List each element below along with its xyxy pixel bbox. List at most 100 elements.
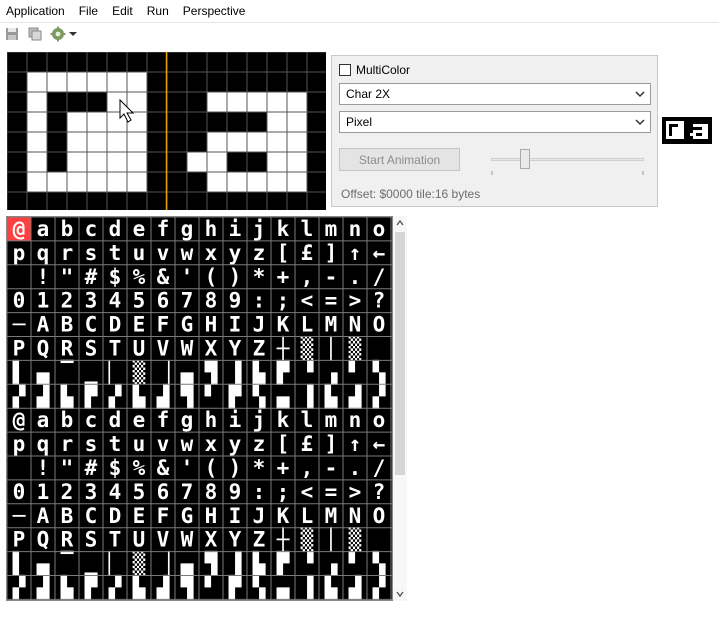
charset-cell[interactable]: /: [373, 265, 386, 289]
charset-cell[interactable]: ▄: [276, 575, 290, 600]
charset-cell[interactable]: ▟: [156, 383, 170, 409]
charset-cell[interactable]: ▐: [301, 383, 314, 409]
charset-cell[interactable]: ←: [373, 241, 386, 265]
charset-cell[interactable]: ←: [373, 432, 386, 456]
charset-cell[interactable]: l: [301, 217, 314, 241]
charset-cell[interactable]: =: [325, 289, 338, 313]
multicolor-checkbox[interactable]: [339, 64, 351, 76]
charset-cell[interactable]: ▜: [180, 383, 194, 409]
pixel-on[interactable]: [267, 132, 287, 152]
charset-cell[interactable]: ;: [277, 289, 290, 313]
pixel-on[interactable]: [67, 132, 87, 152]
pixel-on[interactable]: [287, 132, 307, 152]
charset-cell[interactable]: V: [157, 528, 170, 552]
charset-cell[interactable]: g: [181, 217, 194, 241]
pixel-on[interactable]: [127, 132, 147, 152]
charset-cell[interactable]: W: [181, 528, 194, 552]
charset-cell[interactable]: D: [109, 504, 122, 528]
charset-cell[interactable]: 6: [157, 480, 170, 504]
charset-cell[interactable]: #: [85, 265, 98, 289]
pixel-on[interactable]: [207, 152, 227, 172]
charset-cell[interactable]: R: [61, 528, 74, 552]
pixel-on[interactable]: [207, 132, 227, 152]
charset-cell[interactable]: 9: [229, 289, 242, 313]
charset-cell[interactable]: =: [325, 480, 338, 504]
pixel-on[interactable]: [67, 72, 87, 92]
charset-grid[interactable]: @ a b c d e f g h i j k l m n o p q r s t u v w x y z[£] ↑ ← ! " # $% & '…: [6, 216, 393, 601]
charset-cell[interactable]: J: [253, 504, 266, 528]
charset-cell[interactable]: ▙: [252, 359, 266, 385]
charset-cell[interactable]: 5: [133, 289, 146, 313]
pixel-on[interactable]: [87, 172, 107, 192]
charset-cell[interactable]: ;: [277, 480, 290, 504]
charset-cell[interactable]: m: [325, 217, 338, 241]
charset-cell[interactable]: ▘: [348, 359, 362, 384]
charset-cell[interactable]: ▛: [84, 574, 98, 600]
scrollbar-thumb[interactable]: [395, 232, 405, 475]
charset-cell[interactable]: ▚: [372, 551, 386, 577]
charset-cell[interactable]: ': [181, 456, 194, 480]
charset-cell[interactable]: 2: [61, 480, 74, 504]
charset-cell[interactable]: x: [205, 241, 218, 265]
pixel-on[interactable]: [247, 132, 267, 152]
charset-cell[interactable]: v: [157, 241, 170, 265]
charset-cell[interactable]: a: [37, 408, 50, 432]
pixel-on[interactable]: [247, 172, 267, 192]
charset-cell[interactable]: u: [133, 432, 146, 456]
charset-cell[interactable]: ▗: [325, 360, 338, 385]
charset-cell[interactable]: ▁: [84, 360, 98, 385]
charset-cell[interactable]: Y: [229, 528, 242, 552]
charset-cell[interactable]: C: [85, 313, 98, 337]
animation-speed-slider[interactable]: [491, 149, 644, 175]
charset-cell[interactable]: 8: [205, 480, 218, 504]
menu-application[interactable]: Application: [0, 0, 72, 22]
charset-cell[interactable]: P: [13, 528, 26, 552]
charset-cell[interactable]: Z: [253, 528, 266, 552]
charset-cell[interactable]: V: [157, 336, 170, 360]
pixel-on[interactable]: [87, 72, 107, 92]
charset-cell[interactable]: ▕: [157, 551, 170, 577]
charset-cell[interactable]: J: [253, 313, 266, 337]
charset-cell[interactable]: 1: [37, 480, 50, 504]
charset-cell[interactable]: s: [85, 241, 98, 265]
charset-cell[interactable]: p: [13, 241, 26, 265]
charset-cell[interactable]: £: [301, 432, 314, 456]
charset-cell[interactable]: ▒: [349, 335, 362, 361]
scroll-up-button[interactable]: [393, 216, 407, 230]
charset-cell[interactable]: r: [61, 241, 74, 265]
charset-cell[interactable]: ▛: [228, 574, 242, 600]
charset-cell[interactable]: ▟: [156, 574, 170, 600]
pixel-on[interactable]: [127, 92, 147, 112]
charset-cell[interactable]: o: [373, 408, 386, 432]
charset-cell[interactable]: <: [301, 480, 314, 504]
charset-cell[interactable]: ▞: [12, 574, 26, 600]
charset-cell[interactable]: K: [277, 504, 290, 528]
pixel-on[interactable]: [287, 92, 307, 112]
charset-cell[interactable]: ]: [325, 241, 338, 265]
charset-cell[interactable]: ─: [12, 313, 26, 337]
charset-cell[interactable]: ,: [301, 456, 314, 480]
charset-cell[interactable]: K: [277, 313, 290, 337]
charset-cell[interactable]: -: [325, 456, 338, 480]
charset-cell[interactable]: ▞: [372, 574, 386, 600]
copy-button[interactable]: [26, 25, 44, 43]
charset-cell[interactable]: 2: [61, 289, 74, 313]
charset-cell[interactable]: G: [181, 504, 194, 528]
charset-cell[interactable]: ): [229, 265, 242, 289]
charset-cell[interactable]: ▜: [204, 359, 218, 385]
charset-cell[interactable]: P: [13, 336, 26, 360]
pixel-on[interactable]: [287, 112, 307, 132]
charset-cell[interactable]: ▏: [108, 551, 122, 577]
charset-cell[interactable]: t: [109, 241, 122, 265]
scroll-down-button[interactable]: [393, 587, 407, 601]
pixel-on[interactable]: [267, 172, 287, 192]
charset-cell[interactable]: G: [181, 313, 194, 337]
charset-cell[interactable]: z: [253, 432, 266, 456]
pixel-on[interactable]: [207, 92, 227, 112]
charset-cell[interactable]: u: [133, 241, 146, 265]
charset-cell[interactable]: 5: [133, 480, 146, 504]
multicolor-option[interactable]: MultiColor: [339, 62, 410, 78]
charset-cell[interactable]: ▙: [60, 383, 74, 409]
charset-cell[interactable]: ▒: [301, 527, 314, 553]
charset-cell[interactable]: D: [109, 313, 122, 337]
